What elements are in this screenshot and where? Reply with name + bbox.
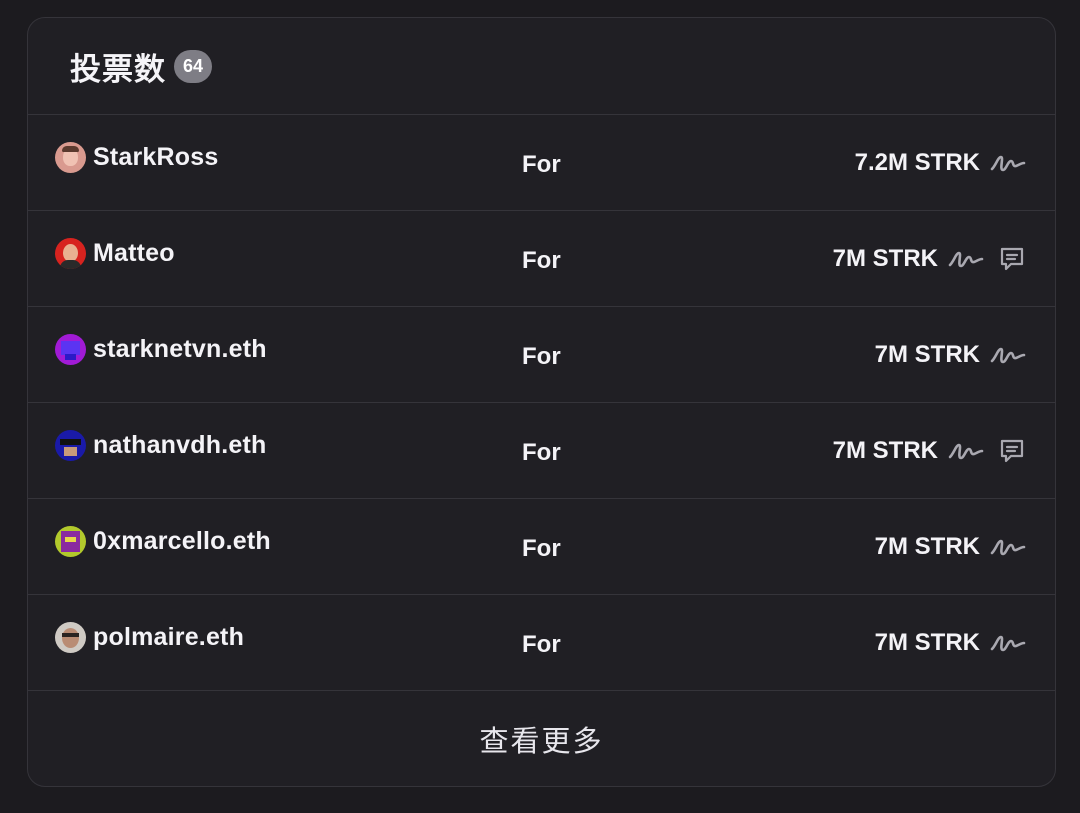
comment-icon[interactable] [998,245,1026,273]
voter-name: nathanvdh.eth [93,431,267,459]
voting-power: 7M STRK [875,625,1026,661]
vote-choice: For [522,247,561,274]
vote-choice: For [522,535,561,562]
voting-power: 7.2M STRK [855,145,1026,181]
voting-power: 7M STRK [875,337,1026,373]
voting-power-amount: 7M STRK [832,245,938,272]
signature-icon[interactable] [948,440,984,462]
voting-power: 7M STRK [833,241,1026,277]
votes-card: 投票数 64 StarkRoss For 7.2M STRK Matteo Fo… [27,17,1056,787]
voting-power-amount: 7M STRK [874,341,980,368]
voter-link[interactable]: nathanvdh.eth [55,430,266,461]
avatar [55,238,86,269]
avatar [55,142,86,173]
votes-title: 投票数 [70,51,166,88]
vote-row: starknetvn.eth For 7M STRK [28,307,1055,403]
voter-name: Matteo [93,239,175,267]
voting-power-amount: 7.2M STRK [854,149,980,176]
voter-link[interactable]: 0xmarcello.eth [55,526,271,557]
voting-power: 7M STRK [875,529,1026,565]
signature-icon[interactable] [990,344,1026,366]
voter-link[interactable]: StarkRoss [55,142,218,173]
votes-footer: 查看更多 [28,691,1055,786]
voting-power: 7M STRK [833,433,1026,469]
avatar [55,430,86,461]
vote-row: StarkRoss For 7.2M STRK [28,115,1055,211]
voter-link[interactable]: starknetvn.eth [55,334,267,365]
voting-power-amount: 7M STRK [832,437,938,464]
signature-icon[interactable] [948,248,984,270]
voter-link[interactable]: Matteo [55,238,175,269]
vote-choice: For [522,631,561,658]
voting-power-amount: 7M STRK [874,629,980,656]
comment-icon[interactable] [998,437,1026,465]
avatar [55,334,86,365]
see-more-button[interactable]: 查看更多 [479,718,603,760]
avatar [55,526,86,557]
vote-row: 0xmarcello.eth For 7M STRK [28,499,1055,595]
signature-icon[interactable] [990,632,1026,654]
voter-link[interactable]: polmaire.eth [55,622,244,653]
vote-choice: For [522,343,561,370]
signature-icon[interactable] [990,152,1026,174]
vote-choice: For [522,439,561,466]
vote-row: Matteo For 7M STRK [28,211,1055,307]
votes-header: 投票数 64 [28,18,1055,115]
vote-choice: For [522,151,561,178]
voter-name: polmaire.eth [93,623,245,651]
avatar [55,622,86,653]
vote-row: polmaire.eth For 7M STRK [28,595,1055,691]
voter-name: 0xmarcello.eth [93,527,271,555]
voter-name: StarkRoss [93,143,219,171]
vote-row: nathanvdh.eth For 7M STRK [28,403,1055,499]
voting-power-amount: 7M STRK [874,533,980,560]
votes-count-badge: 64 [174,49,212,83]
signature-icon[interactable] [990,536,1026,558]
voter-name: starknetvn.eth [93,335,267,363]
